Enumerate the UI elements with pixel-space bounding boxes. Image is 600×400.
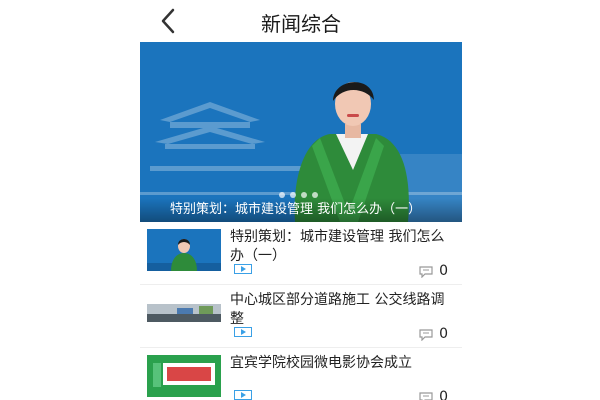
list-item[interactable]: 特别策划：城市建设管理 我们怎么办（一） 0: [140, 222, 462, 285]
list-item[interactable]: 宜宾学院校园微电影协会成立 0: [140, 348, 462, 400]
news-title: 中心城区部分道路施工 公交线路调整: [230, 292, 445, 327]
comment-counter: 0: [419, 327, 448, 341]
news-thumbnail: [147, 229, 221, 271]
comment-icon: [419, 392, 433, 400]
news-app-screen: 新闻综合 特别策划：城市建设管理 我们怎么办（一） 特别策划：城市建设管理 我们…: [140, 0, 462, 400]
comment-count: 0: [439, 326, 448, 342]
page-title: 新闻综合: [261, 12, 341, 36]
news-title: 宜宾学院校园微电影协会成立: [230, 355, 412, 371]
comment-count: 0: [439, 263, 448, 279]
comment-count: 0: [439, 389, 448, 400]
list-item[interactable]: 中心城区部分道路施工 公交线路调整 0: [140, 285, 462, 348]
news-thumbnail: [147, 355, 221, 397]
play-icon: [234, 264, 252, 274]
comment-counter: 0: [419, 390, 448, 400]
comment-icon: [419, 329, 433, 341]
news-thumbnail: [147, 292, 221, 334]
comment-counter: 0: [419, 264, 448, 278]
top-navigation-bar: 新闻综合: [140, 0, 462, 42]
comment-icon: [419, 266, 433, 278]
play-icon: [234, 390, 252, 400]
featured-news-banner[interactable]: 特别策划：城市建设管理 我们怎么办（一）: [140, 42, 462, 222]
play-icon: [234, 327, 252, 337]
news-list: 特别策划：城市建设管理 我们怎么办（一） 0 中心城区部分道路施工 公交线路调整…: [140, 222, 462, 400]
banner-caption: 特别策划：城市建设管理 我们怎么办（一）: [140, 198, 462, 222]
news-title: 特别策划：城市建设管理 我们怎么办（一）: [230, 229, 445, 264]
